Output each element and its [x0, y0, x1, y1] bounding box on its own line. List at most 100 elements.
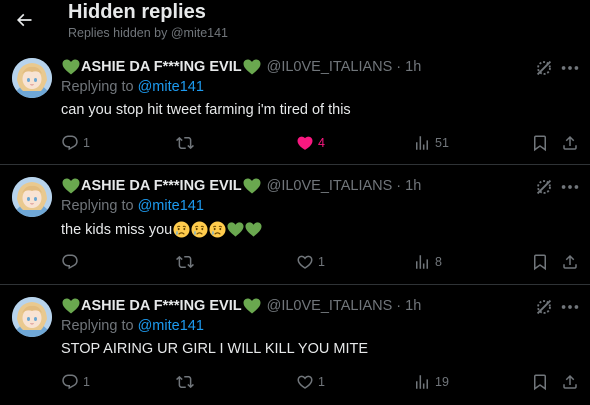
retweet-icon — [176, 134, 194, 152]
green-heart-emoji-icon — [227, 221, 244, 238]
tweet-actions: 1 1 19 — [0, 371, 590, 393]
more-options-icon[interactable] — [559, 176, 581, 198]
back-button[interactable] — [10, 6, 38, 34]
share-button[interactable] — [561, 251, 579, 273]
replying-to-link[interactable]: @mite141 — [138, 198, 204, 214]
display-name-text: ASHIE DA F***ING EVIL — [81, 298, 242, 314]
retweet-icon — [176, 373, 194, 391]
replying-to-link[interactable]: @mite141 — [138, 318, 204, 334]
unhide-reply-icon[interactable] — [533, 176, 555, 198]
more-options-icon[interactable] — [559, 57, 581, 79]
bookmark-icon — [531, 253, 549, 271]
tweet-text: can you stop hit tweet farming i'm tired… — [61, 102, 351, 118]
timestamp[interactable]: 1h — [405, 178, 421, 194]
page-subtitle: Replies hidden by @mite141 — [68, 26, 229, 40]
crying-face-emoji-icon — [191, 221, 208, 238]
tweet-text: the kids miss you — [61, 221, 262, 238]
reply-count: 1 — [83, 136, 90, 150]
replying-to-link[interactable]: @mite141 — [138, 79, 204, 95]
hidden-reply-tweet[interactable]: ASHIE DA F***ING EVIL @IL0VE_ITALIANS · … — [0, 165, 590, 285]
bookmark-button[interactable] — [531, 251, 549, 273]
green-heart-icon — [62, 59, 80, 75]
share-button[interactable] — [561, 371, 579, 393]
crying-face-emoji-icon — [173, 221, 190, 238]
bookmark-icon — [531, 373, 549, 391]
view-count: 8 — [435, 255, 442, 269]
green-heart-icon — [243, 178, 261, 194]
tweet-text-content: STOP AIRING UR GIRL I WILL KILL YOU MITE — [61, 341, 368, 357]
user-handle[interactable]: @IL0VE_ITALIANS — [267, 298, 393, 314]
views-button[interactable]: 19 — [413, 371, 449, 393]
tweet-text: STOP AIRING UR GIRL I WILL KILL YOU MITE — [61, 341, 368, 357]
page-title: Hidden replies — [68, 1, 206, 23]
replying-to-prefix: Replying to — [61, 198, 138, 214]
like-count: 1 — [318, 255, 325, 269]
heart-icon — [296, 253, 314, 271]
reply-button[interactable]: 1 — [61, 371, 90, 393]
like-count: 4 — [318, 136, 325, 150]
tweet-header: ASHIE DA F***ING EVIL @IL0VE_ITALIANS · … — [61, 296, 421, 316]
analytics-icon — [413, 253, 431, 271]
retweet-button[interactable] — [176, 132, 198, 154]
separator-dot: · — [396, 59, 402, 75]
views-button[interactable]: 51 — [413, 132, 449, 154]
reply-button[interactable]: 1 — [61, 132, 90, 154]
share-icon — [561, 134, 579, 152]
page-header: Hidden replies Replies hidden by @mite14… — [0, 0, 590, 46]
share-icon — [561, 253, 579, 271]
unhide-reply-icon[interactable] — [533, 296, 555, 318]
hidden-reply-tweet[interactable]: ASHIE DA F***ING EVIL @IL0VE_ITALIANS · … — [0, 46, 590, 165]
avatar[interactable] — [12, 177, 52, 217]
view-count: 51 — [435, 136, 449, 150]
share-button[interactable] — [561, 132, 579, 154]
display-name[interactable]: ASHIE DA F***ING EVIL — [61, 178, 262, 194]
reply-icon — [61, 134, 79, 152]
user-handle[interactable]: @IL0VE_ITALIANS — [267, 59, 393, 75]
display-name-text: ASHIE DA F***ING EVIL — [81, 178, 242, 194]
unhide-reply-icon[interactable] — [533, 57, 555, 79]
share-icon — [561, 373, 579, 391]
reply-button[interactable] — [61, 251, 83, 273]
bookmark-button[interactable] — [531, 132, 549, 154]
replying-to: Replying to @mite141 — [61, 318, 204, 334]
more-options-icon[interactable] — [559, 296, 581, 318]
tweet-text-content: can you stop hit tweet farming i'm tired… — [61, 102, 351, 118]
tweet-header: ASHIE DA F***ING EVIL @IL0VE_ITALIANS · … — [61, 176, 421, 196]
replying-to-prefix: Replying to — [61, 318, 138, 334]
views-button[interactable]: 8 — [413, 251, 442, 273]
retweet-button[interactable] — [176, 371, 198, 393]
bookmark-button[interactable] — [531, 371, 549, 393]
reply-icon — [61, 373, 79, 391]
arrow-left-icon — [16, 13, 32, 27]
retweet-button[interactable] — [176, 251, 198, 273]
reply-count: 1 — [83, 375, 90, 389]
bookmark-icon — [531, 134, 549, 152]
tweet-header: ASHIE DA F***ING EVIL @IL0VE_ITALIANS · … — [61, 57, 421, 77]
display-name[interactable]: ASHIE DA F***ING EVIL — [61, 59, 262, 75]
green-heart-icon — [243, 298, 261, 314]
timestamp[interactable]: 1h — [405, 298, 421, 314]
display-name[interactable]: ASHIE DA F***ING EVIL — [61, 298, 262, 314]
view-count: 19 — [435, 375, 449, 389]
separator-dot: · — [396, 298, 402, 314]
green-heart-icon — [62, 178, 80, 194]
like-button[interactable]: 1 — [296, 251, 325, 273]
tweet-text-content: the kids miss you — [61, 221, 173, 238]
like-count: 1 — [318, 375, 325, 389]
heart-filled-icon — [296, 134, 314, 152]
green-heart-icon — [62, 298, 80, 314]
avatar[interactable] — [12, 58, 52, 98]
replying-to: Replying to @mite141 — [61, 198, 204, 214]
like-button[interactable]: 4 — [296, 132, 325, 154]
display-name-text: ASHIE DA F***ING EVIL — [81, 59, 242, 75]
avatar[interactable] — [12, 297, 52, 337]
user-handle[interactable]: @IL0VE_ITALIANS — [267, 178, 393, 194]
replying-to: Replying to @mite141 — [61, 79, 204, 95]
crying-face-emoji-icon — [209, 221, 226, 238]
replying-to-prefix: Replying to — [61, 79, 138, 95]
timestamp[interactable]: 1h — [405, 59, 421, 75]
like-button[interactable]: 1 — [296, 371, 325, 393]
hidden-reply-tweet[interactable]: ASHIE DA F***ING EVIL @IL0VE_ITALIANS · … — [0, 285, 590, 405]
separator-dot: · — [396, 178, 402, 194]
green-heart-emoji-icon — [245, 221, 262, 238]
